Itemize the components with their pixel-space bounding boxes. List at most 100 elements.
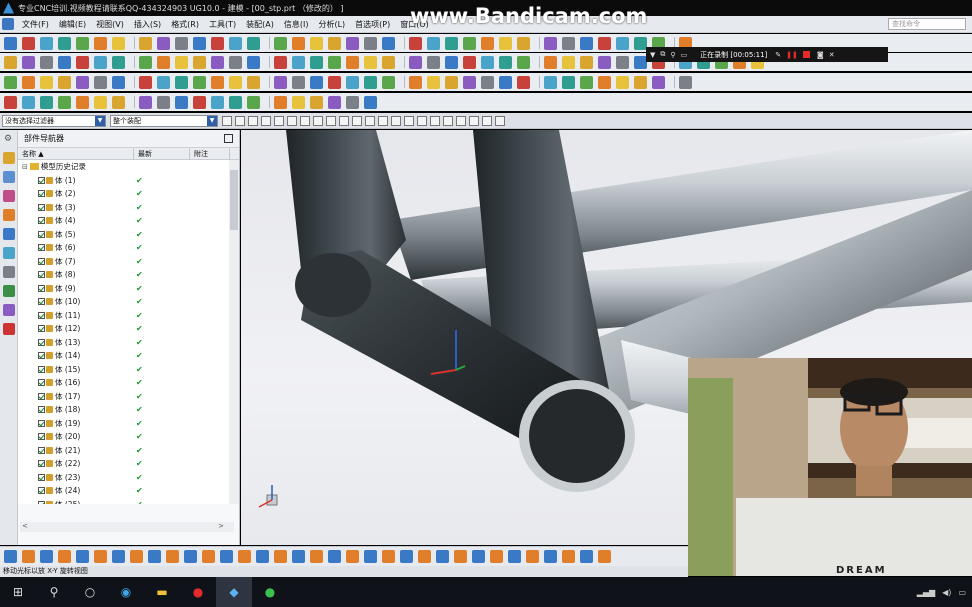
toolbar-tool-icon[interactable] xyxy=(157,75,170,89)
toolbar-tool-icon[interactable] xyxy=(211,95,224,109)
toolbar-tool-icon[interactable] xyxy=(679,75,692,89)
snap-point-icon[interactable] xyxy=(339,115,349,126)
tree-row-body[interactable]: 体 (17) ✔ xyxy=(18,390,239,404)
toolbar-tool-icon[interactable] xyxy=(481,55,494,69)
visibility-checkbox[interactable] xyxy=(38,311,45,319)
sketch-tool-icon[interactable] xyxy=(292,550,305,563)
tree-root-model-history[interactable]: ⊟ 模型历史记录 xyxy=(18,160,239,174)
start-menu-icon[interactable] xyxy=(2,18,14,30)
recorder-region-icon[interactable]: ▭ xyxy=(681,51,688,59)
toolbar-tool-icon[interactable] xyxy=(229,55,242,69)
visibility-checkbox[interactable] xyxy=(38,487,45,495)
toolbar-tool-icon[interactable] xyxy=(229,75,242,89)
snap-point-icon[interactable] xyxy=(469,115,479,126)
toolbar-tool-icon[interactable] xyxy=(328,36,341,50)
tree-row-body[interactable]: 体 (22) ✔ xyxy=(18,457,239,471)
toolbar-tool-icon[interactable] xyxy=(58,75,71,89)
sketch-tool-icon[interactable] xyxy=(76,550,89,563)
toolbar-tool-icon[interactable] xyxy=(463,75,476,89)
scroll-right-icon[interactable]: > xyxy=(218,522,224,530)
tree-row-body[interactable]: 体 (6) ✔ xyxy=(18,241,239,255)
visibility-checkbox[interactable] xyxy=(38,244,45,252)
toolbar-tool-icon[interactable] xyxy=(58,36,71,50)
toolbar-tool-icon[interactable] xyxy=(4,75,17,89)
windows-start-icon[interactable]: ⊞ xyxy=(0,577,36,607)
sketch-tool-icon[interactable] xyxy=(544,550,557,563)
toolbar-tool-icon[interactable] xyxy=(364,95,377,109)
toolbar-tool-icon[interactable] xyxy=(445,36,458,50)
scope-select[interactable]: 整个装配 ▼ xyxy=(110,114,218,127)
menu-view[interactable]: 视图(V) xyxy=(91,19,129,30)
tree-row-body[interactable]: 体 (16) ✔ xyxy=(18,376,239,390)
toolbar-tool-icon[interactable] xyxy=(598,55,611,69)
recorder-camera-icon[interactable]: ◙ xyxy=(817,51,824,59)
toolbar-tool-icon[interactable] xyxy=(112,55,125,69)
tree-row-body[interactable]: 体 (11) ✔ xyxy=(18,309,239,323)
browser-icon[interactable]: ◉ xyxy=(108,577,144,607)
sketch-tool-icon[interactable] xyxy=(274,550,287,563)
visibility-checkbox[interactable] xyxy=(38,419,45,427)
tree-row-body[interactable]: 体 (8) ✔ xyxy=(18,268,239,282)
tray-notification-icon[interactable]: ▭ xyxy=(958,588,966,597)
visibility-checkbox[interactable] xyxy=(38,338,45,346)
toolbar-tool-icon[interactable] xyxy=(193,55,206,69)
sketch-tool-icon[interactable] xyxy=(220,550,233,563)
toolbar-tool-icon[interactable] xyxy=(481,36,494,50)
tree-row-body[interactable]: 体 (13) ✔ xyxy=(18,336,239,350)
tree-row-body[interactable]: 体 (23) ✔ xyxy=(18,471,239,485)
toolbar-tool-icon[interactable] xyxy=(274,36,287,50)
toolbar-tool-icon[interactable] xyxy=(193,36,206,50)
snap-point-icon[interactable] xyxy=(313,115,323,126)
toolbar-tool-icon[interactable] xyxy=(427,36,440,50)
toolbar-tool-icon[interactable] xyxy=(40,95,53,109)
toolbar-tool-icon[interactable] xyxy=(94,36,107,50)
toolbar-tool-icon[interactable] xyxy=(517,75,530,89)
sketch-tool-icon[interactable] xyxy=(256,550,269,563)
tree-row-body[interactable]: 体 (7) ✔ xyxy=(18,255,239,269)
toolbar-tool-icon[interactable] xyxy=(22,75,35,89)
toolbar-tool-icon[interactable] xyxy=(175,95,188,109)
toolbar-tool-icon[interactable] xyxy=(175,55,188,69)
green-app-icon[interactable]: ● xyxy=(252,577,288,607)
tree-row-body[interactable]: 体 (24) ✔ xyxy=(18,484,239,498)
toolbar-tool-icon[interactable] xyxy=(463,55,476,69)
toolbar-tool-icon[interactable] xyxy=(580,75,593,89)
toolbar-tool-icon[interactable] xyxy=(634,75,647,89)
toolbar-tool-icon[interactable] xyxy=(76,55,89,69)
toolbar-tool-icon[interactable] xyxy=(94,75,107,89)
toolbar-tool-icon[interactable] xyxy=(274,95,287,109)
toolbar-tool-icon[interactable] xyxy=(499,55,512,69)
toolbar-tool-icon[interactable] xyxy=(229,95,242,109)
sketch-tool-icon[interactable] xyxy=(238,550,251,563)
toolbar-tool-icon[interactable] xyxy=(112,95,125,109)
sketch-tool-icon[interactable] xyxy=(364,550,377,563)
toolbar-tool-icon[interactable] xyxy=(76,75,89,89)
tree-row-body[interactable]: 体 (15) ✔ xyxy=(18,363,239,377)
sketch-tool-icon[interactable] xyxy=(562,550,575,563)
tray-network-icon[interactable]: ▂▄▆ xyxy=(917,588,935,597)
toolbar-tool-icon[interactable] xyxy=(292,75,305,89)
snap-point-icon[interactable] xyxy=(482,115,492,126)
sketch-tool-icon[interactable] xyxy=(58,550,71,563)
sketch-tool-icon[interactable] xyxy=(490,550,503,563)
toolbar-tool-icon[interactable] xyxy=(364,55,377,69)
snap-point-icon[interactable] xyxy=(417,115,427,126)
snap-point-icon[interactable] xyxy=(300,115,310,126)
snap-point-icon[interactable] xyxy=(430,115,440,126)
command-search-input[interactable]: 查找命令 xyxy=(888,18,966,30)
toolbar-tool-icon[interactable] xyxy=(499,75,512,89)
visibility-checkbox[interactable] xyxy=(38,365,45,373)
toolbar-tool-icon[interactable] xyxy=(193,95,206,109)
toolbar-tool-icon[interactable] xyxy=(157,95,170,109)
toolbar-tool-icon[interactable] xyxy=(40,55,53,69)
toolbar-tool-icon[interactable] xyxy=(310,95,323,109)
toolbar-tool-icon[interactable] xyxy=(562,36,575,50)
toolbar-tool-icon[interactable] xyxy=(328,95,341,109)
menu-file[interactable]: 文件(F) xyxy=(17,19,54,30)
visibility-checkbox[interactable] xyxy=(38,392,45,400)
toolbar-tool-icon[interactable] xyxy=(40,36,53,50)
toolbar-tool-icon[interactable] xyxy=(112,36,125,50)
process-studio-tab-icon[interactable] xyxy=(3,304,15,316)
sketch-tool-icon[interactable] xyxy=(508,550,521,563)
tree-row-body[interactable]: 体 (12) ✔ xyxy=(18,322,239,336)
